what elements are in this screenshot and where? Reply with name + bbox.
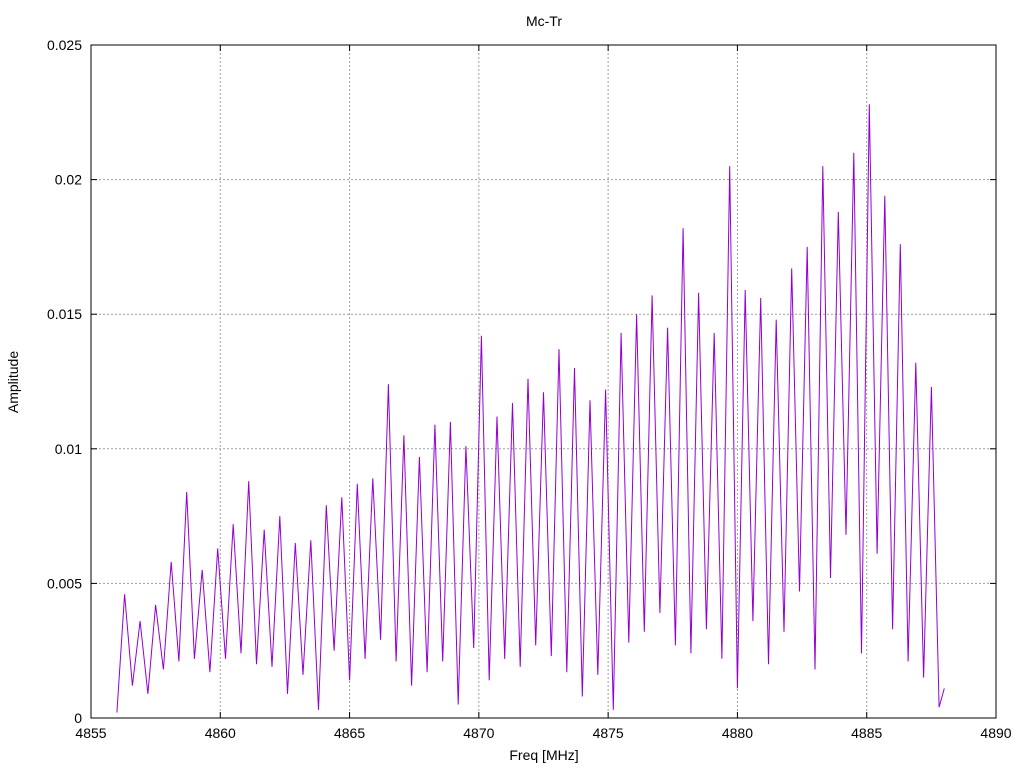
x-tick-label: 4865: [334, 725, 365, 741]
y-tick-label: 0.01: [55, 441, 82, 457]
x-axis-title: Freq [MHz]: [509, 747, 578, 763]
chart-title: Mc-Tr: [526, 13, 562, 29]
plot-frame: [90, 44, 997, 719]
y-tick-label: 0.015: [47, 306, 82, 322]
y-tick-label: 0.005: [47, 575, 82, 591]
series-line: [116, 104, 945, 713]
plot-border: [90, 44, 997, 719]
y-axis-title: Amplitude: [5, 351, 21, 413]
y-tick-label: 0.02: [55, 172, 82, 188]
x-tick-label: 4860: [205, 725, 236, 741]
y-tick-label: 0: [74, 710, 82, 726]
x-tick-label: 4885: [851, 725, 882, 741]
grid: [91, 45, 996, 718]
x-tick-label: 4880: [722, 725, 753, 741]
chart: Mc-Tr Freq [MHz] Amplitude 4855 4860 4865 4…: [0, 0, 1024, 768]
chart-svg: Mc-Tr Freq [MHz] Amplitude 4855 4860 4865 4…: [5, 13, 1012, 763]
x-tick-label: 4890: [980, 725, 1011, 741]
series-layer: [116, 104, 945, 713]
x-tick-label: 4875: [593, 725, 624, 741]
x-tick-label: 4855: [75, 725, 106, 741]
y-tick-label: 0.025: [47, 37, 82, 53]
x-tick-label: 4870: [463, 725, 494, 741]
